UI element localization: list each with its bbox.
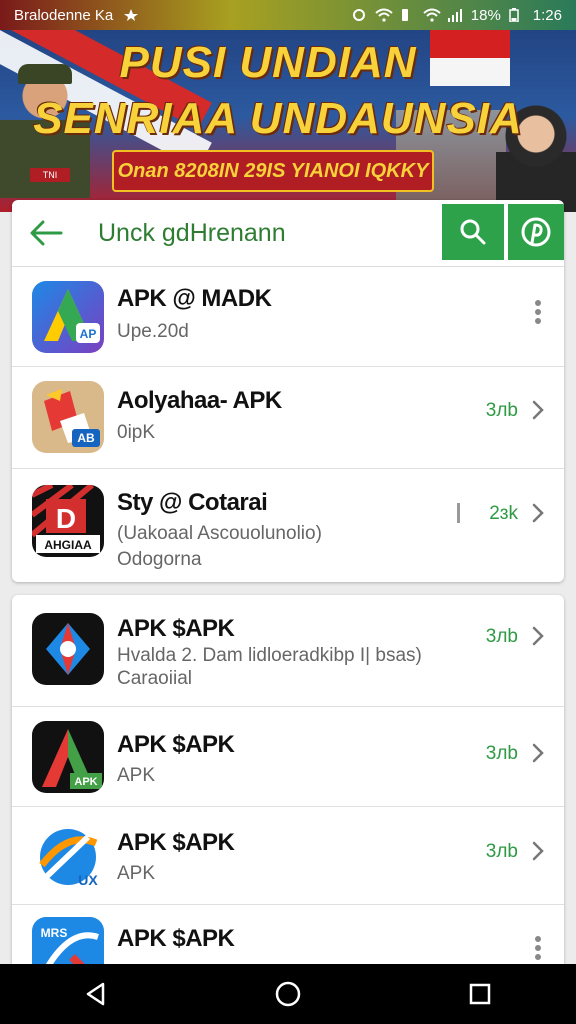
app-icon: AB xyxy=(32,381,104,453)
app-size: 2ɜk xyxy=(489,503,518,524)
app-title: APK $APK xyxy=(117,731,235,758)
banner-title-line2: SENRIAA UNDAUNSIA xyxy=(33,94,523,143)
chevron-right-icon[interactable] xyxy=(530,840,546,862)
search-input[interactable]: Unck gdHrenann xyxy=(98,219,286,248)
svg-text:AHGIAA: AHGIAA xyxy=(44,538,92,552)
divider-mark xyxy=(457,503,460,523)
app-developer: Odogorna xyxy=(117,549,202,570)
square-recents-icon xyxy=(469,983,491,1005)
app-subtitle: 0ipK xyxy=(117,422,156,443)
app-title: APK @ MADK xyxy=(117,285,272,312)
results-card-2: APK $APK Hvalda 2. Dam lidloeradkibp I| … xyxy=(12,595,564,975)
search-bar: Unck gdHrenann xyxy=(12,200,564,267)
vibrate-icon xyxy=(399,8,415,22)
clock: 1:26 xyxy=(532,6,562,24)
list-item[interactable]: AB Aolyahaa- APK 0ipK 3лb xyxy=(12,367,564,469)
list-item[interactable]: UX APK $APK APK 3лb xyxy=(12,807,564,905)
svg-text:APK: APK xyxy=(74,776,97,788)
app-subtitle: Upe.20d xyxy=(117,321,189,342)
list-item[interactable]: D AHGIAA Sty @ Cotarai (Uakoaal Ascouolun… xyxy=(12,469,564,582)
battery-percent: 18% xyxy=(470,6,501,24)
back-arrow-icon[interactable] xyxy=(26,213,66,253)
recents-nav-button[interactable] xyxy=(450,964,510,1024)
chevron-right-icon[interactable] xyxy=(530,502,546,524)
app-icon: APK xyxy=(32,721,104,793)
app-subtitle: (Uakoaal Ascouolunolio) xyxy=(117,523,322,544)
app-subtitle: Hvalda 2. Dam lidloeradkibp I| bsas) xyxy=(117,645,422,666)
results-card-1: Unck gdHrenann AP APK @ MADK Upe.20d AB … xyxy=(12,200,564,582)
search-icon xyxy=(460,219,486,245)
app-title: APK $APK xyxy=(117,829,235,856)
app-title: Sty @ Cotarai xyxy=(117,489,268,516)
chevron-right-icon[interactable] xyxy=(530,742,546,764)
sync-icon xyxy=(351,8,367,22)
navigation-bar xyxy=(0,964,576,1024)
home-nav-button[interactable] xyxy=(258,964,318,1024)
svg-text:AP: AP xyxy=(80,327,97,341)
more-vertical-icon[interactable] xyxy=(534,935,542,961)
svg-text:MRS: MRS xyxy=(41,926,68,940)
app-size: 3лb xyxy=(485,400,518,421)
banner-title-line1: PUSI UNDIAN xyxy=(119,38,417,87)
svg-text:D: D xyxy=(56,503,76,534)
app-subtitle: APK xyxy=(117,765,156,786)
carrier-label: Bralodenne Ka xyxy=(14,6,114,24)
circle-home-icon xyxy=(275,981,301,1007)
app-icon: D AHGIAA xyxy=(32,485,104,557)
search-button[interactable] xyxy=(442,204,504,260)
promo-banner[interactable]: TNI PUSI UNDIAN SENRIAA UNDAUNSIA Onan 8… xyxy=(0,0,576,212)
app-title: APK $APK xyxy=(117,925,235,952)
list-item[interactable]: APK APK $APK APK 3лb xyxy=(12,707,564,807)
wifi-icon xyxy=(375,8,393,22)
app-size: 3лb xyxy=(485,626,518,647)
app-title: Aolyahaa- APK xyxy=(117,387,282,414)
signal-icon xyxy=(447,8,463,22)
soldier-badge: TNI xyxy=(30,168,70,182)
list-item[interactable]: AP APK @ MADK Upe.20d xyxy=(12,267,564,367)
app-icon: UX xyxy=(32,821,104,893)
app-icon: AP xyxy=(32,281,104,353)
pinterest-button[interactable] xyxy=(508,204,564,260)
notification-icon xyxy=(123,8,139,22)
chevron-right-icon[interactable] xyxy=(530,625,546,647)
app-size: 3лb xyxy=(485,743,518,764)
wifi-icon-2 xyxy=(423,8,441,22)
back-nav-button[interactable] xyxy=(66,964,126,1024)
status-bar: Bralodenne Ka 18% 1:26 xyxy=(0,0,576,30)
triangle-back-icon xyxy=(86,982,105,1006)
app-size: 3лb xyxy=(485,841,518,862)
more-vertical-icon[interactable] xyxy=(534,299,542,325)
pinterest-icon xyxy=(521,217,551,247)
app-subtitle: APK xyxy=(117,863,156,884)
list-item[interactable]: APK $APK Hvalda 2. Dam lidloeradkibp I| … xyxy=(12,595,564,707)
battery-icon xyxy=(509,8,525,23)
svg-text:AB: AB xyxy=(77,431,95,445)
app-icon xyxy=(32,613,104,685)
app-title: APK $APK xyxy=(117,615,235,642)
chevron-right-icon[interactable] xyxy=(530,399,546,421)
svg-text:UX: UX xyxy=(78,872,98,888)
app-developer: Caraoiial xyxy=(117,668,192,689)
banner-subtitle: Onan 8208IN 29IS YIANOI IQKKY xyxy=(112,150,434,192)
